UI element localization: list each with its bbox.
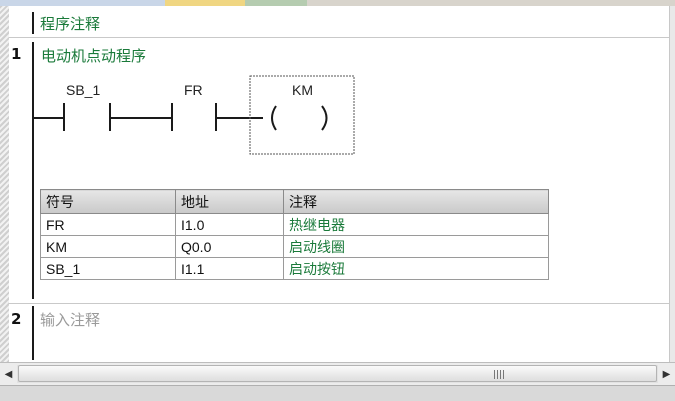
symbol-table-header: 符号 地址 注释 — [40, 189, 549, 214]
address-cell: I1.1 — [175, 257, 284, 280]
grip-icon — [494, 370, 506, 379]
bottom-bar — [0, 385, 675, 401]
network-2-number: 2 — [11, 310, 22, 328]
network-2-comment-placeholder[interactable]: 输入注释 — [40, 309, 100, 330]
table-row[interactable]: FR I1.0 热继电器 — [40, 213, 549, 236]
table-row[interactable]: SB_1 I1.1 启动按钮 — [40, 257, 549, 280]
symbol-table: 符号 地址 注释 FR I1.0 热继电器 KM Q0.0 启动线圈 SB_1 … — [40, 189, 549, 280]
table-row[interactable]: KM Q0.0 启动线圈 — [40, 235, 549, 258]
network-2-power-rail — [32, 306, 34, 360]
symbol-cell: SB_1 — [40, 257, 176, 280]
scroll-left-icon[interactable]: ◀ — [0, 363, 17, 385]
header-address: 地址 — [175, 189, 284, 214]
coil-km-label: KM — [292, 82, 313, 98]
symbol-cell: KM — [40, 235, 176, 258]
comment-cell: 启动按钮 — [283, 257, 549, 280]
contact-fr-label: FR — [184, 82, 203, 98]
address-cell: Q0.0 — [175, 235, 284, 258]
comment-cell: 热继电器 — [283, 213, 549, 236]
address-cell: I1.0 — [175, 213, 284, 236]
coil-km[interactable]: KM — [249, 75, 355, 155]
symbol-cell: FR — [40, 213, 176, 236]
contact-sb1-label: SB_1 — [66, 82, 100, 98]
ladder-diagram: SB_1 FR KM — [34, 75, 355, 155]
contact-fr[interactable]: FR — [184, 82, 217, 131]
scroll-right-icon[interactable]: ▶ — [658, 363, 675, 385]
comment-cell: 启动线圈 — [283, 235, 549, 258]
header-comment: 注释 — [283, 189, 549, 214]
scroll-thumb[interactable] — [18, 365, 657, 382]
horizontal-scrollbar[interactable]: ◀ ▶ — [0, 362, 675, 385]
separator — [9, 303, 669, 304]
header-symbol: 符号 — [40, 189, 176, 214]
contact-sb1[interactable]: SB_1 — [63, 82, 111, 131]
